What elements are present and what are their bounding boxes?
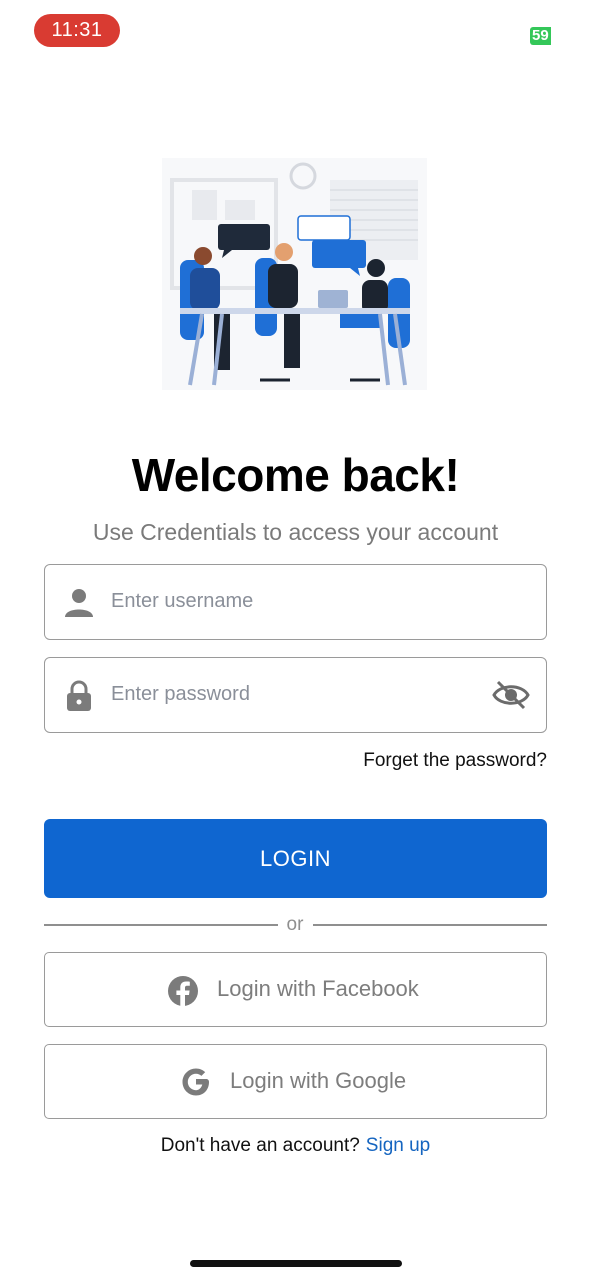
user-icon <box>65 589 93 617</box>
signup-prompt: Don't have an account? Sign up <box>0 1135 591 1157</box>
google-icon <box>182 1068 209 1096</box>
password-placeholder: Enter password <box>111 683 250 705</box>
status-time: 11:31 <box>34 14 120 47</box>
login-button[interactable]: LOGIN <box>44 819 547 898</box>
divider-or: or <box>286 914 304 935</box>
forgot-password-link[interactable]: Forget the password? <box>363 750 547 772</box>
signup-link[interactable]: Sign up <box>366 1135 430 1156</box>
page-subtitle: Use Credentials to access your account <box>92 519 499 545</box>
battery-icon: 59 <box>530 27 551 45</box>
page-title: Welcome back! <box>131 449 460 501</box>
google-login-label: Login with Google <box>230 1068 407 1093</box>
facebook-login-button[interactable]: Login with Facebook <box>44 952 547 1027</box>
password-field[interactable]: Enter password <box>44 657 547 733</box>
divider-line-right <box>313 924 547 926</box>
signup-question: Don't have an account? <box>160 1135 360 1156</box>
lock-icon <box>67 680 91 711</box>
username-field[interactable]: Enter username <box>44 564 547 640</box>
facebook-icon <box>168 976 198 1007</box>
eye-off-icon[interactable] <box>492 678 530 712</box>
meeting-illustration <box>162 158 427 390</box>
google-login-button[interactable]: Login with Google <box>44 1044 547 1119</box>
facebook-login-label: Login with Facebook <box>217 976 419 1001</box>
divider-line-left <box>44 924 278 926</box>
username-placeholder: Enter username <box>111 590 254 612</box>
home-indicator[interactable] <box>190 1260 402 1267</box>
